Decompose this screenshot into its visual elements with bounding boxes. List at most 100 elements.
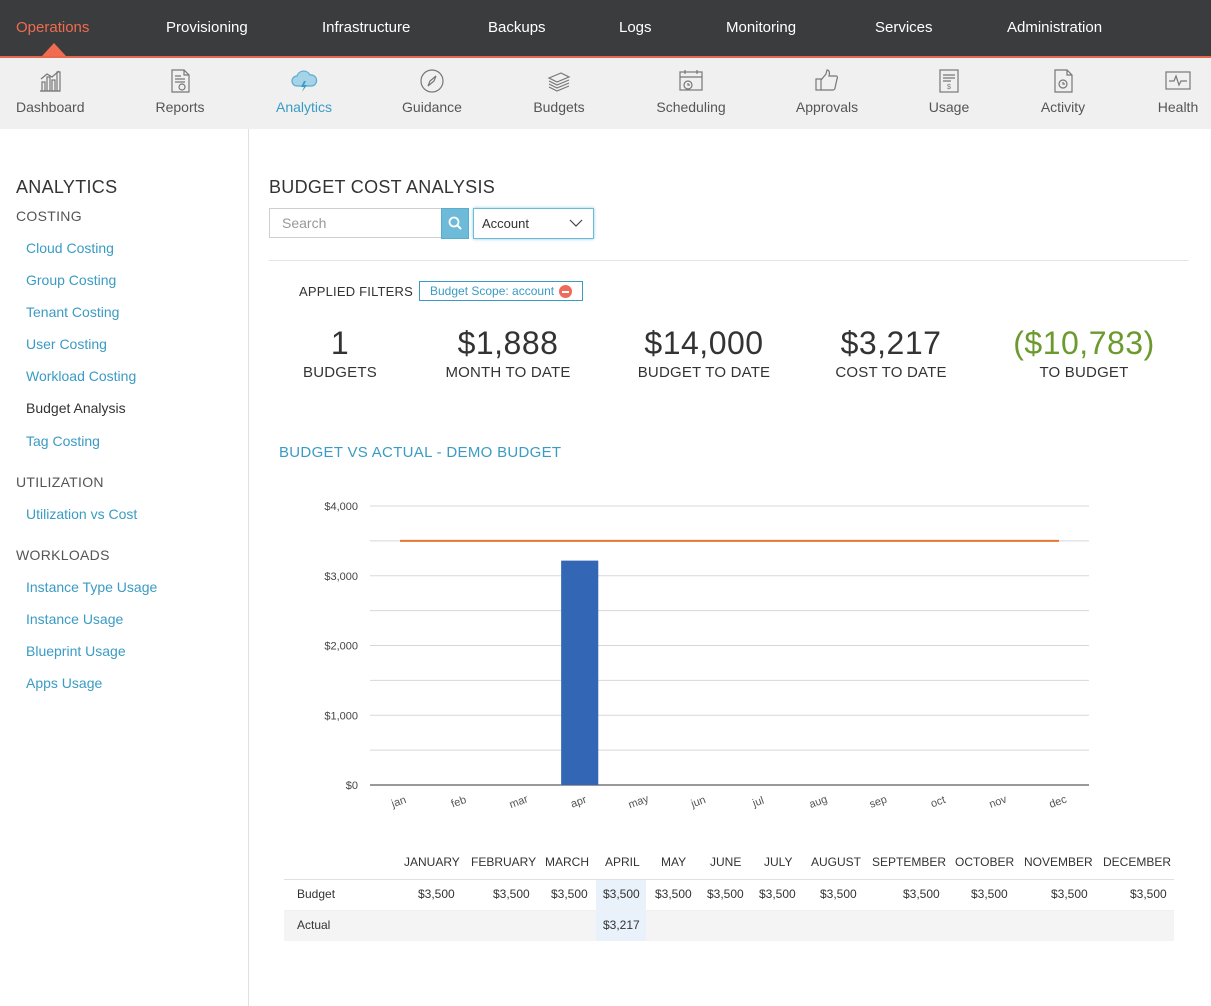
sidebar-link-budget-analysis[interactable]: Budget Analysis <box>26 400 126 416</box>
scope-select-value: Account <box>482 216 529 231</box>
subnav-label: Activity <box>1040 99 1086 115</box>
search-input[interactable] <box>269 208 441 238</box>
subnav-label: Usage <box>928 99 970 115</box>
nav-provisioning[interactable]: Provisioning <box>166 0 248 56</box>
x-tick-label: oct <box>929 794 947 810</box>
table-header: JANUARY FEBRUARY MARCH APRIL MAY JUNE JU… <box>284 850 1174 880</box>
column-header: JULY <box>764 855 793 869</box>
y-tick-label: $3,000 <box>324 571 358 583</box>
sidebar-section-utilization: UTILIZATION <box>16 474 104 490</box>
row-label: Budget <box>297 887 336 901</box>
column-header: NOVEMBER <box>1024 855 1093 869</box>
subnav-budgets[interactable]: Budgets <box>531 58 587 129</box>
search-button[interactable] <box>441 208 469 239</box>
y-tick-label: $4,000 <box>324 501 358 513</box>
stat-label: BUDGETS <box>303 364 377 381</box>
stat-label: MONTH TO DATE <box>445 364 571 381</box>
sidebar-link-utilization-vs-cost[interactable]: Utilization vs Cost <box>26 506 137 522</box>
column-header: JANUARY <box>404 855 460 869</box>
sidebar-link-instance-usage[interactable]: Instance Usage <box>26 611 123 627</box>
subnav-reports[interactable]: Reports <box>152 58 208 129</box>
filter-chip-budget-scope[interactable]: Budget Scope: account <box>419 281 584 301</box>
x-tick-label: jun <box>689 794 708 811</box>
nav-monitoring[interactable]: Monitoring <box>726 0 796 56</box>
nav-services[interactable]: Services <box>875 0 933 56</box>
nav-infrastructure[interactable]: Infrastructure <box>322 0 410 56</box>
table-cell: $3,500 <box>603 887 640 901</box>
subnav-activity[interactable]: Activity <box>1039 58 1087 129</box>
sidebar-link-workload-costing[interactable]: Workload Costing <box>26 368 136 384</box>
sidebar-link-apps-usage[interactable]: Apps Usage <box>26 675 102 691</box>
stat-month-to-date: $1,888 MONTH TO DATE <box>438 324 578 381</box>
table-cell: $3,500 <box>1130 887 1167 901</box>
subnav-label: Budgets <box>533 99 585 115</box>
nav-logs[interactable]: Logs <box>619 0 652 56</box>
column-header: APRIL <box>605 855 640 869</box>
chart-title: BUDGET VS ACTUAL - DEMO BUDGET <box>279 444 562 461</box>
chevron-down-icon <box>569 219 583 227</box>
sidebar-section-workloads: WORKLOADS <box>16 547 110 563</box>
x-tick-label: jul <box>750 795 765 810</box>
remove-filter-icon[interactable] <box>559 285 573 298</box>
filter-chip-label: Budget Scope: account <box>430 284 555 298</box>
subnav-health[interactable]: Health <box>1156 58 1200 129</box>
table-cell: $3,500 <box>759 887 796 901</box>
column-header: DECEMBER <box>1103 855 1172 869</box>
table-row-actual: Actual $3,217 <box>284 911 1174 941</box>
column-header: SEPTEMBER <box>872 855 947 869</box>
subnav-label: Health <box>1157 99 1199 115</box>
svg-text:$: $ <box>947 84 951 91</box>
compass-icon <box>420 69 444 93</box>
sidebar-link-cloud-costing[interactable]: Cloud Costing <box>26 240 114 256</box>
usage-icon: $ <box>939 69 959 93</box>
table-cell: $3,500 <box>820 887 857 901</box>
x-tick-label: dec <box>1048 793 1069 811</box>
x-tick-label: feb <box>450 794 468 811</box>
subnav-analytics[interactable]: Analytics <box>273 58 335 129</box>
nav-backups[interactable]: Backups <box>488 0 546 56</box>
divider <box>269 260 1189 261</box>
subnav-usage[interactable]: $ Usage <box>927 58 971 129</box>
subnav-dashboard[interactable]: Dashboard <box>16 58 85 129</box>
nav-administration[interactable]: Administration <box>1007 0 1102 56</box>
x-tick-label: mar <box>508 793 530 811</box>
table-cell: $3,217 <box>603 918 640 932</box>
sidebar-link-group-costing[interactable]: Group Costing <box>26 272 116 288</box>
scope-select[interactable]: Account <box>473 208 594 239</box>
thumbs-up-icon <box>815 69 839 91</box>
stat-value: $14,000 <box>644 325 764 361</box>
sidebar-link-user-costing[interactable]: User Costing <box>26 336 107 352</box>
x-tick-label: may <box>627 793 651 812</box>
x-tick-label: aug <box>808 793 829 811</box>
dashboard-icon <box>40 70 61 92</box>
table-cell: $3,500 <box>418 887 455 901</box>
stat-budget-to-date: $14,000 BUDGET TO DATE <box>629 324 779 381</box>
x-tick-label: apr <box>569 794 588 811</box>
applied-filters-label: APPLIED FILTERS <box>299 284 414 299</box>
sidebar-link-instance-type-usage[interactable]: Instance Type Usage <box>26 579 157 595</box>
sub-nav: Dashboard Reports Analytics Guidance Bud… <box>0 58 1211 129</box>
subnav-label: Analytics <box>275 99 333 115</box>
column-header: FEBRUARY <box>471 855 537 869</box>
active-nav-indicator <box>42 43 66 56</box>
y-tick-label: $2,000 <box>324 641 358 653</box>
stat-value: ($10,783) <box>1013 325 1155 361</box>
table-cell: $3,500 <box>707 887 744 901</box>
subnav-scheduling[interactable]: Scheduling <box>655 58 727 129</box>
page-title: BUDGET COST ANALYSIS <box>269 177 496 197</box>
sidebar-link-tag-costing[interactable]: Tag Costing <box>26 433 100 449</box>
stat-value: 1 <box>330 325 350 361</box>
sidebar-link-tenant-costing[interactable]: Tenant Costing <box>26 304 119 320</box>
subnav-label: Reports <box>155 99 205 115</box>
search-icon <box>448 216 462 230</box>
table-cell: $3,500 <box>1051 887 1088 901</box>
sidebar-link-blueprint-usage[interactable]: Blueprint Usage <box>26 643 126 659</box>
stat-label: TO BUDGET <box>1039 364 1129 381</box>
activity-icon <box>1054 69 1073 93</box>
subnav-approvals[interactable]: Approvals <box>794 58 860 129</box>
subnav-guidance[interactable]: Guidance <box>401 58 463 129</box>
x-tick-label: jan <box>389 794 408 811</box>
subnav-label: Scheduling <box>656 99 726 115</box>
y-tick-label: $1,000 <box>324 710 358 722</box>
table-cell: $3,500 <box>493 887 530 901</box>
